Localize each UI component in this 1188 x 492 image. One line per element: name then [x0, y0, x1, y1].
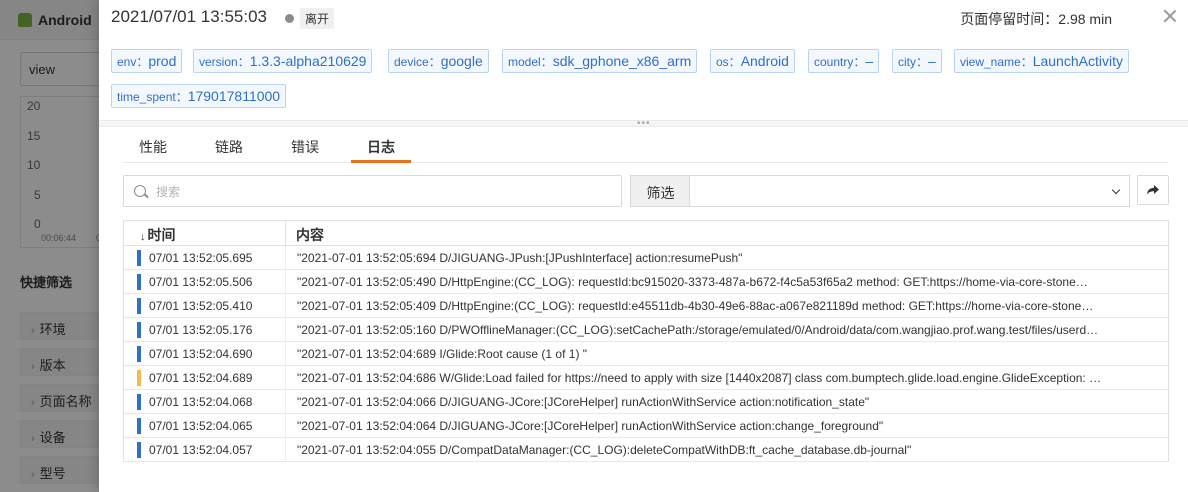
share-button[interactable] [1137, 175, 1169, 205]
log-content: "2021-07-01 13:52:04:686 W/Glide:Load fa… [297, 371, 1102, 385]
log-time: 07/01 13:52:05.176 [149, 323, 253, 337]
log-time: 07/01 13:52:05.410 [149, 299, 253, 313]
search-icon [134, 185, 146, 197]
tag-country: country：– [808, 49, 880, 73]
log-level-indicator [137, 418, 141, 434]
tab-logs[interactable]: 日志 [351, 137, 411, 163]
close-icon[interactable] [1160, 6, 1180, 26]
log-table: ↓ 时间 内容 07/01 13:52:05.695 "2021-07-01 13:… [123, 220, 1169, 462]
log-level-indicator [137, 442, 141, 458]
log-content: "2021-07-01 13:52:05:409 D/HttpEngine:(C… [297, 299, 1094, 313]
table-row[interactable]: 07/01 13:52:05.506 "2021-07-01 13:52:05:4… [124, 270, 1168, 294]
tag-env: env：prod [111, 49, 183, 73]
drawer-header: 2021/07/01 13:55:03 离开 页面停留时间：2.98 min e… [99, 0, 1188, 120]
table-row[interactable]: 07/01 13:52:04.068 "2021-07-01 13:52:04:0… [124, 390, 1168, 414]
resize-divider[interactable]: ••• [99, 119, 1188, 129]
status-badge: 离开 [285, 7, 335, 29]
log-time: 07/01 13:52:04.068 [149, 395, 253, 409]
tag-device: device：google [388, 49, 489, 73]
sort-arrow-icon: ↓ [140, 231, 146, 243]
log-content: "2021-07-01 13:52:04:689 I/Glide:Root ca… [297, 347, 588, 361]
table-row[interactable]: 07/01 13:52:04.065 "2021-07-01 13:52:04:0… [124, 414, 1168, 438]
log-level-indicator [137, 322, 141, 338]
tag-city: city：– [892, 49, 942, 73]
session-timestamp: 2021/07/01 13:55:03 [111, 7, 267, 26]
log-time: 07/01 13:52:05.506 [149, 275, 253, 289]
tag-version: version：1.3.3-alpha210629 [193, 49, 373, 73]
filter-select[interactable] [689, 175, 1130, 207]
table-row[interactable]: 07/01 13:52:04.689 "2021-07-01 13:52:04:6… [124, 366, 1168, 390]
log-time: 07/01 13:52:04.690 [149, 347, 253, 361]
log-content: "2021-07-01 13:52:05:160 D/PWOfflineMana… [297, 323, 1099, 337]
status-text: 离开 [300, 7, 335, 29]
chevron-down-icon [1111, 185, 1121, 195]
table-row[interactable]: 07/01 13:52:05.695 "2021-07-01 13:52:05:6… [124, 246, 1168, 270]
log-level-indicator [137, 346, 141, 362]
drag-handle-icon[interactable]: ••• [637, 119, 651, 129]
log-content: "2021-07-01 13:52:04:055 D/CompatDataMan… [297, 443, 912, 457]
status-dot-icon [285, 13, 294, 23]
share-arrow-icon [1147, 185, 1159, 195]
detail-tabs: 性能 链路 错误 日志 [123, 127, 1168, 163]
log-content: "2021-07-01 13:52:04:066 D/JIGUANG-JCore… [297, 395, 870, 409]
table-row[interactable]: 07/01 13:52:05.176 "2021-07-01 13:52:05:1… [124, 318, 1168, 342]
log-level-indicator [137, 250, 141, 266]
search-input[interactable] [156, 183, 596, 201]
log-time: 07/01 13:52:04.057 [149, 443, 253, 457]
log-content: "2021-07-01 13:52:05:694 D/JIGUANG-JPush… [297, 251, 743, 265]
log-content: "2021-07-01 13:52:05:490 D/HttpEngine:(C… [297, 275, 1088, 289]
tab-performance[interactable]: 性能 [139, 137, 167, 163]
table-row[interactable]: 07/01 13:52:05.410 "2021-07-01 13:52:05:4… [124, 294, 1168, 318]
log-content: "2021-07-01 13:52:04:064 D/JIGUANG-JCore… [297, 419, 884, 433]
log-level-indicator [137, 298, 141, 314]
stay-time-label: 页面停留时间： [960, 11, 1059, 27]
tag-view-name: view_name：LaunchActivity [954, 49, 1129, 73]
log-time: 07/01 13:52:05.695 [149, 251, 253, 265]
search-box [123, 175, 622, 207]
tab-error[interactable]: 错误 [291, 137, 319, 163]
stay-time-value: 2.98 min [1058, 11, 1112, 27]
table-row[interactable]: 07/01 13:52:04.690 "2021-07-01 13:52:04:6… [124, 342, 1168, 366]
detail-drawer: 2021/07/01 13:55:03 离开 页面停留时间：2.98 min e… [99, 0, 1188, 492]
log-level-indicator [137, 394, 141, 410]
tab-trace[interactable]: 链路 [215, 137, 243, 163]
table-header: ↓ 时间 内容 [124, 221, 1168, 246]
log-time: 07/01 13:52:04.689 [149, 371, 253, 385]
stay-time: 页面停留时间：2.98 min [960, 9, 1112, 29]
log-level-indicator [137, 274, 141, 290]
log-time: 07/01 13:52:04.065 [149, 419, 253, 433]
column-header-content: 内容 [296, 227, 324, 243]
table-row[interactable]: 07/01 13:52:04.057 "2021-07-01 13:52:04:0… [124, 438, 1168, 462]
tag-os: os：Android [710, 49, 795, 73]
column-header-time[interactable]: ↓ 时间 [140, 225, 176, 245]
tag-time-spent: time_spent：179017811000 [111, 84, 287, 108]
log-level-indicator [137, 370, 141, 386]
tag-model: model：sdk_gphone_x86_arm [502, 49, 698, 73]
filter-label: 筛选 [630, 175, 690, 207]
